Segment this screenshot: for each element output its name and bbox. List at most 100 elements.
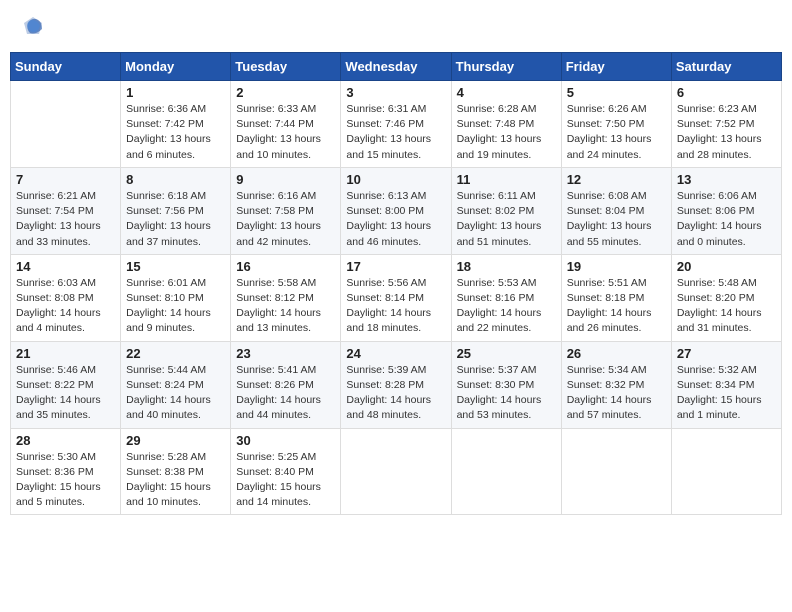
day-info: Sunrise: 5:56 AM Sunset: 8:14 PM Dayligh… [346,276,445,337]
column-header-friday: Friday [561,53,671,81]
week-row-2: 7Sunrise: 6:21 AM Sunset: 7:54 PM Daylig… [11,167,782,254]
calendar-header-row: SundayMondayTuesdayWednesdayThursdayFrid… [11,53,782,81]
day-info: Sunrise: 5:44 AM Sunset: 8:24 PM Dayligh… [126,363,225,424]
week-row-3: 14 Sunrise: 6:03 AM Sunset: 8:08 PM Dayli… [11,254,782,341]
column-header-wednesday: Wednesday [341,53,451,81]
day-number: 29 [126,433,225,448]
day-number: 19 [567,259,666,274]
day-cell: 3 Sunrise: 6:31 AM Sunset: 7:46 PM Daylig… [341,81,451,168]
day-info: Sunrise: 6:31 AM Sunset: 7:46 PM Dayligh… [346,102,445,163]
day-cell: 18Sunrise: 5:53 AM Sunset: 8:16 PM Dayli… [451,254,561,341]
day-info: Sunrise: 5:41 AM Sunset: 8:26 PM Dayligh… [236,363,335,424]
day-info: Sunrise: 5:28 AM Sunset: 8:38 PM Dayligh… [126,450,225,511]
day-cell: 26 Sunrise: 5:34 AM Sunset: 8:32 PM Dayli… [561,341,671,428]
day-number: 2 [236,85,335,100]
day-cell: 8 Sunrise: 6:18 AM Sunset: 7:56 PM Daylig… [121,167,231,254]
day-number: 30 [236,433,335,448]
day-cell: 21 Sunrise: 5:46 AM Sunset: 8:22 PM Dayli… [11,341,121,428]
day-info: Sunrise: 6:06 AM Sunset: 8:06 PM Dayligh… [677,189,776,250]
day-cell: 17 Sunrise: 5:56 AM Sunset: 8:14 PM Dayli… [341,254,451,341]
day-cell: 4 Sunrise: 6:28 AM Sunset: 7:48 PM Daylig… [451,81,561,168]
day-info: Sunrise: 5:58 AM Sunset: 8:12 PM Dayligh… [236,276,335,337]
day-number: 10 [346,172,445,187]
day-info: Sunrise: 6:03 AM Sunset: 8:08 PM Dayligh… [16,276,115,337]
day-number: 8 [126,172,225,187]
day-info: Sunrise: 5:46 AM Sunset: 8:22 PM Dayligh… [16,363,115,424]
day-info: Sunrise: 6:28 AM Sunset: 7:48 PM Dayligh… [457,102,556,163]
day-info: Sunrise: 6:11 AM Sunset: 8:02 PM Dayligh… [457,189,556,250]
day-cell: 27 Sunrise: 5:32 AM Sunset: 8:34 PM Dayli… [671,341,781,428]
day-info: Sunrise: 5:25 AM Sunset: 8:40 PM Dayligh… [236,450,335,511]
day-number: 5 [567,85,666,100]
day-info: Sunrise: 6:16 AM Sunset: 7:58 PM Dayligh… [236,189,335,250]
day-info: Sunrise: 5:39 AM Sunset: 8:28 PM Dayligh… [346,363,445,424]
calendar-table: SundayMondayTuesdayWednesdayThursdayFrid… [10,52,782,515]
day-cell [451,428,561,515]
column-header-monday: Monday [121,53,231,81]
day-cell: 2 Sunrise: 6:33 AM Sunset: 7:44 PM Daylig… [231,81,341,168]
day-number: 12 [567,172,666,187]
day-cell: 28 Sunrise: 5:30 AM Sunset: 8:36 PM Dayli… [11,428,121,515]
day-cell: 23 Sunrise: 5:41 AM Sunset: 8:26 PM Dayli… [231,341,341,428]
day-info: Sunrise: 6:18 AM Sunset: 7:56 PM Dayligh… [126,189,225,250]
day-number: 14 [16,259,115,274]
day-number: 23 [236,346,335,361]
day-number: 26 [567,346,666,361]
week-row-1: 1 Sunrise: 6:36 AM Sunset: 7:42 PM Daylig… [11,81,782,168]
day-cell [11,81,121,168]
day-info: Sunrise: 5:34 AM Sunset: 8:32 PM Dayligh… [567,363,666,424]
day-info: Sunrise: 6:08 AM Sunset: 8:04 PM Dayligh… [567,189,666,250]
column-header-saturday: Saturday [671,53,781,81]
day-info: Sunrise: 5:48 AM Sunset: 8:20 PM Dayligh… [677,276,776,337]
page-header [10,10,782,42]
day-info: Sunrise: 6:21 AM Sunset: 7:54 PM Dayligh… [16,189,115,250]
day-info: Sunrise: 5:30 AM Sunset: 8:36 PM Dayligh… [16,450,115,511]
day-cell: 15Sunrise: 6:01 AM Sunset: 8:10 PM Dayli… [121,254,231,341]
day-cell: 22Sunrise: 5:44 AM Sunset: 8:24 PM Dayli… [121,341,231,428]
day-number: 13 [677,172,776,187]
day-cell [561,428,671,515]
day-cell: 1 Sunrise: 6:36 AM Sunset: 7:42 PM Daylig… [121,81,231,168]
day-cell: 25Sunrise: 5:37 AM Sunset: 8:30 PM Dayli… [451,341,561,428]
day-cell [671,428,781,515]
day-number: 20 [677,259,776,274]
week-row-4: 21 Sunrise: 5:46 AM Sunset: 8:22 PM Dayli… [11,341,782,428]
day-number: 21 [16,346,115,361]
day-info: Sunrise: 6:13 AM Sunset: 8:00 PM Dayligh… [346,189,445,250]
day-info: Sunrise: 5:32 AM Sunset: 8:34 PM Dayligh… [677,363,776,424]
day-info: Sunrise: 6:36 AM Sunset: 7:42 PM Dayligh… [126,102,225,163]
column-header-sunday: Sunday [11,53,121,81]
day-cell: 10 Sunrise: 6:13 AM Sunset: 8:00 PM Dayli… [341,167,451,254]
day-cell: 11Sunrise: 6:11 AM Sunset: 8:02 PM Dayli… [451,167,561,254]
week-row-5: 28 Sunrise: 5:30 AM Sunset: 8:36 PM Dayli… [11,428,782,515]
day-number: 9 [236,172,335,187]
day-number: 27 [677,346,776,361]
day-cell: 30 Sunrise: 5:25 AM Sunset: 8:40 PM Dayli… [231,428,341,515]
day-info: Sunrise: 5:37 AM Sunset: 8:30 PM Dayligh… [457,363,556,424]
day-cell: 20 Sunrise: 5:48 AM Sunset: 8:20 PM Dayli… [671,254,781,341]
day-number: 4 [457,85,556,100]
day-cell: 16 Sunrise: 5:58 AM Sunset: 8:12 PM Dayli… [231,254,341,341]
day-info: Sunrise: 6:33 AM Sunset: 7:44 PM Dayligh… [236,102,335,163]
day-info: Sunrise: 6:23 AM Sunset: 7:52 PM Dayligh… [677,102,776,163]
day-number: 16 [236,259,335,274]
day-number: 17 [346,259,445,274]
day-number: 3 [346,85,445,100]
day-number: 15 [126,259,225,274]
day-number: 1 [126,85,225,100]
day-cell: 24 Sunrise: 5:39 AM Sunset: 8:28 PM Dayli… [341,341,451,428]
day-cell: 29 Sunrise: 5:28 AM Sunset: 8:38 PM Dayli… [121,428,231,515]
day-cell: 14 Sunrise: 6:03 AM Sunset: 8:08 PM Dayli… [11,254,121,341]
day-number: 24 [346,346,445,361]
day-cell: 5Sunrise: 6:26 AM Sunset: 7:50 PM Daylig… [561,81,671,168]
column-header-tuesday: Tuesday [231,53,341,81]
day-number: 6 [677,85,776,100]
day-cell: 6 Sunrise: 6:23 AM Sunset: 7:52 PM Daylig… [671,81,781,168]
day-cell: 12 Sunrise: 6:08 AM Sunset: 8:04 PM Dayli… [561,167,671,254]
day-cell: 9 Sunrise: 6:16 AM Sunset: 7:58 PM Daylig… [231,167,341,254]
day-number: 18 [457,259,556,274]
column-header-thursday: Thursday [451,53,561,81]
day-number: 28 [16,433,115,448]
logo [18,15,46,37]
day-cell: 13 Sunrise: 6:06 AM Sunset: 8:06 PM Dayli… [671,167,781,254]
